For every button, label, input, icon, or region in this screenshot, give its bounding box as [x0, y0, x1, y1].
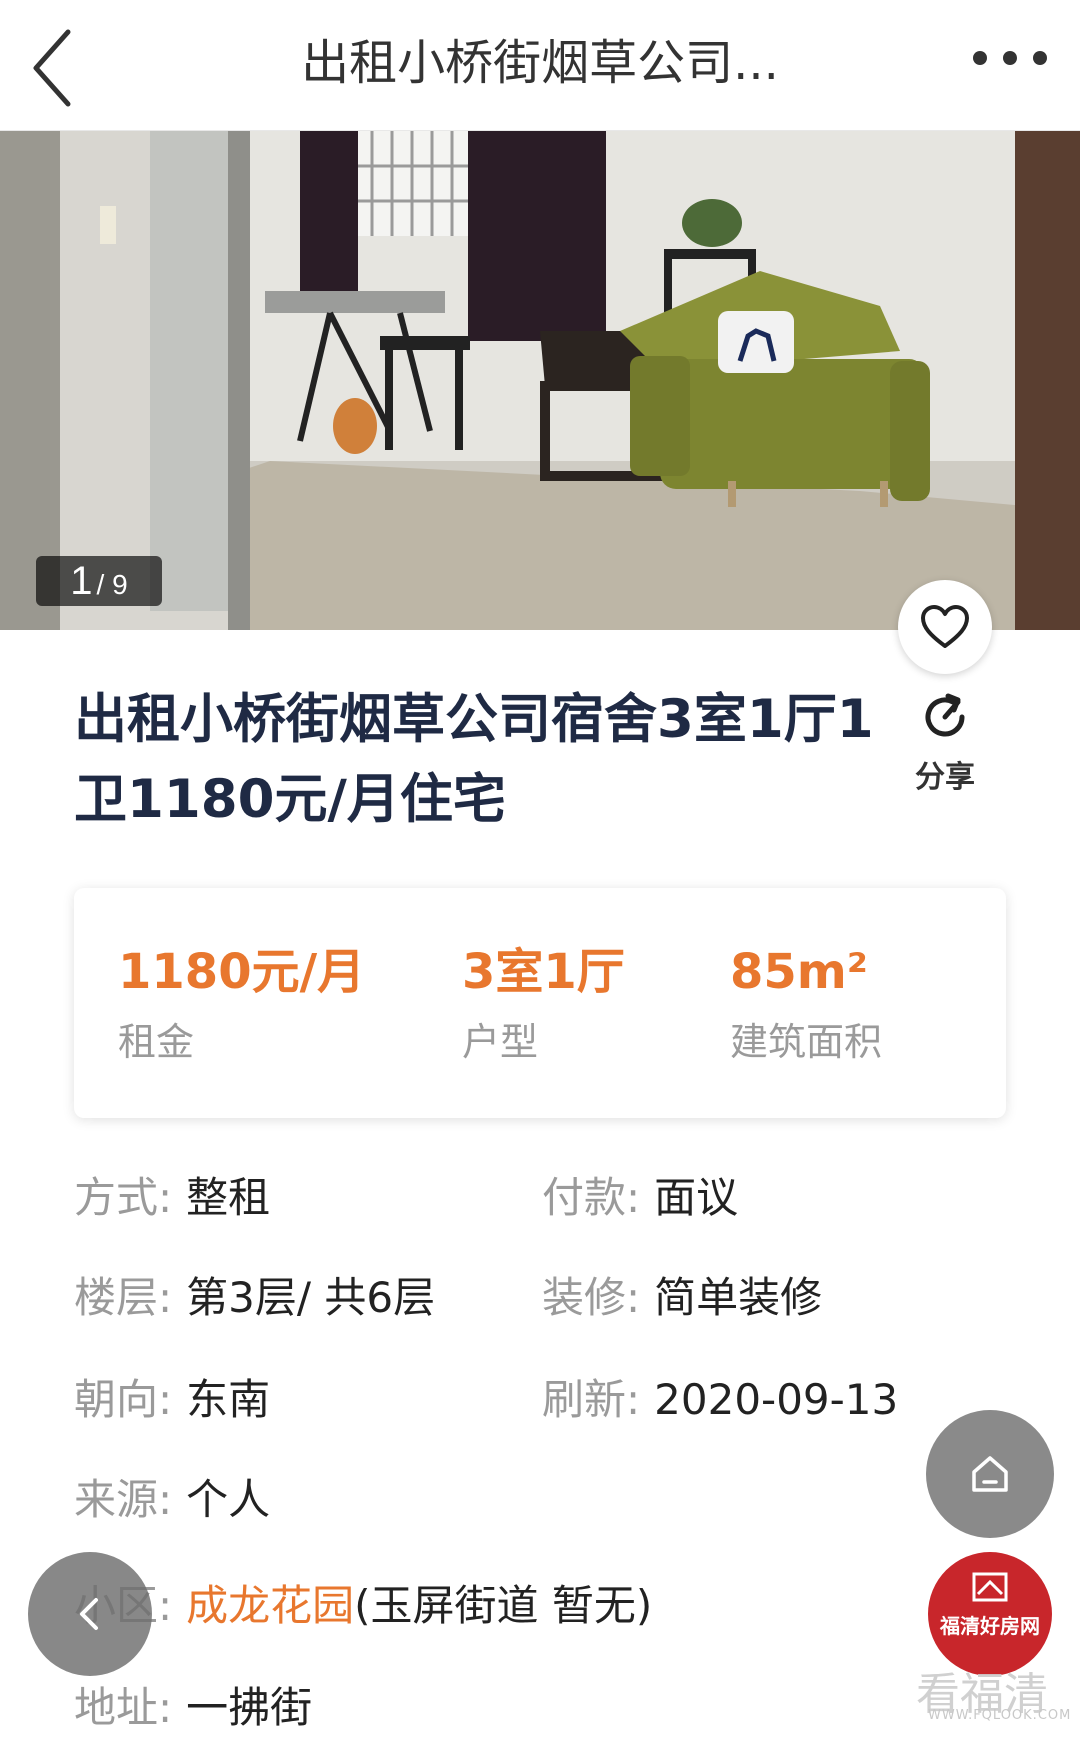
detail-address: 地址: 一拂街: [74, 1680, 312, 1736]
share-refresh-icon: [925, 693, 965, 737]
more-dots-icon: [973, 51, 1047, 65]
detail-payment: 付款: 面议: [542, 1170, 738, 1226]
detail-key: 朝向:: [74, 1375, 173, 1424]
detail-key: 付款:: [542, 1173, 641, 1222]
detail-source: 来源: 个人: [74, 1472, 270, 1528]
detail-key: 来源:: [74, 1475, 173, 1524]
detail-key: 刷新:: [542, 1375, 641, 1424]
back-button[interactable]: [30, 22, 120, 112]
more-button[interactable]: [960, 30, 1060, 90]
detail-key: 地址:: [74, 1683, 173, 1732]
detail-key: 方式:: [74, 1173, 173, 1222]
rent-label: 租金: [118, 1020, 195, 1064]
summary-card: 1180元/月 租金 3室1厅 户型 85m² 建筑面积: [74, 888, 1006, 1118]
home-icon: [972, 1456, 1008, 1492]
previous-button[interactable]: [28, 1552, 152, 1676]
detail-value: 简单装修: [654, 1273, 823, 1322]
photo-counter-current: 1: [70, 559, 93, 603]
favorite-button[interactable]: [898, 580, 992, 674]
area-stat: 85m² 建筑面积: [730, 944, 882, 1070]
community-extra: (玉屏街道 暂无): [354, 1581, 653, 1630]
layout-value: 3室1厅: [462, 944, 625, 1000]
share-button[interactable]: 分享: [900, 690, 990, 796]
page-title: 出租小桥街烟草公司...: [301, 35, 779, 91]
house-logo-icon: [972, 1572, 1008, 1602]
detail-decoration: 装修: 简单装修: [542, 1270, 822, 1326]
brand-logo-text: 福清好房网: [940, 1614, 1040, 1638]
detail-mode: 方式: 整租: [74, 1170, 270, 1226]
room-photo: [0, 131, 1080, 630]
photo-counter: 1 / 9: [36, 556, 162, 606]
area-label: 建筑面积: [730, 1020, 883, 1064]
detail-value: 一拂街: [186, 1683, 313, 1732]
detail-key: 楼层:: [74, 1273, 173, 1322]
detail-value: 2020-09-13: [654, 1375, 899, 1424]
rent-stat: 1180元/月 租金: [118, 944, 365, 1070]
layout-stat: 3室1厅 户型: [462, 944, 625, 1070]
watermark-url: WWW.FQLOOK.COM: [928, 1708, 1072, 1723]
detail-value: 个人: [186, 1475, 271, 1524]
detail-value: 东南: [186, 1375, 271, 1424]
area-value: 85m²: [730, 944, 868, 1000]
listing-title: 出租小桥街烟草公司宿舍3室1厅1卫1180元/月住宅: [74, 689, 874, 830]
top-bar: 出租小桥街烟草公司...: [0, 0, 1080, 131]
detail-community: 小区:成龙花园(玉屏街道 暂无): [74, 1578, 652, 1634]
rent-value: 1180元/月: [118, 944, 366, 1000]
photo-counter-total: / 9: [96, 569, 128, 600]
detail-value: 第3层/ 共6层: [186, 1273, 436, 1322]
detail-floor: 楼层: 第3层/ 共6层: [74, 1270, 435, 1326]
home-button[interactable]: [926, 1410, 1054, 1538]
detail-key: 装修:: [542, 1273, 641, 1322]
detail-value: 整租: [186, 1173, 271, 1222]
photo-gallery[interactable]: [0, 131, 1080, 630]
chevron-left-icon: [80, 1598, 98, 1630]
heart-icon: [921, 605, 969, 648]
chevron-left-icon: [33, 29, 71, 107]
community-link[interactable]: 成龙花园: [186, 1581, 354, 1630]
layout-label: 户型: [462, 1020, 539, 1064]
detail-facing: 朝向: 东南: [74, 1372, 270, 1428]
detail-refresh: 刷新: 2020-09-13: [542, 1372, 898, 1428]
detail-value: 面议: [654, 1173, 739, 1222]
share-label: 分享: [915, 760, 975, 795]
